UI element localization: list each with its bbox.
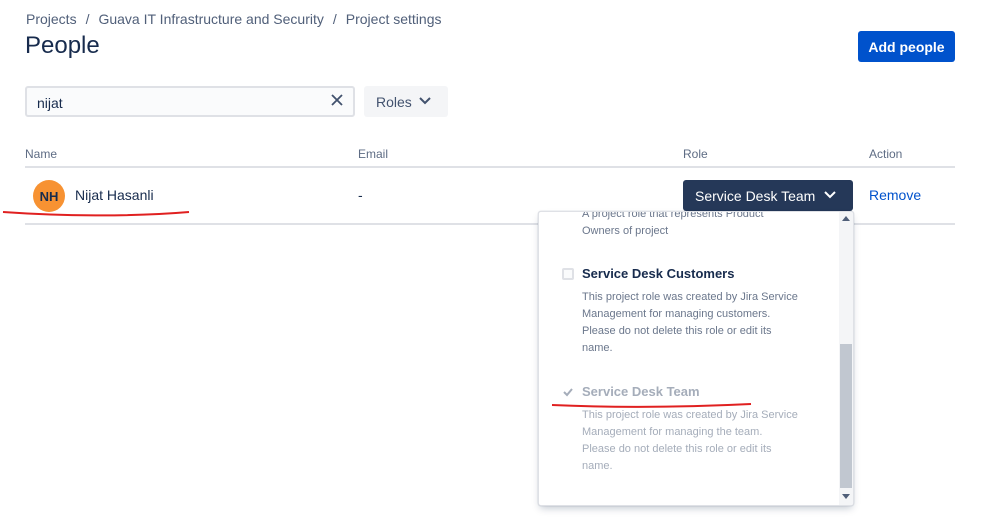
annotation-underline: [551, 403, 752, 408]
annotation-layer: [2, 211, 752, 408]
annotation-underline: [2, 211, 190, 217]
